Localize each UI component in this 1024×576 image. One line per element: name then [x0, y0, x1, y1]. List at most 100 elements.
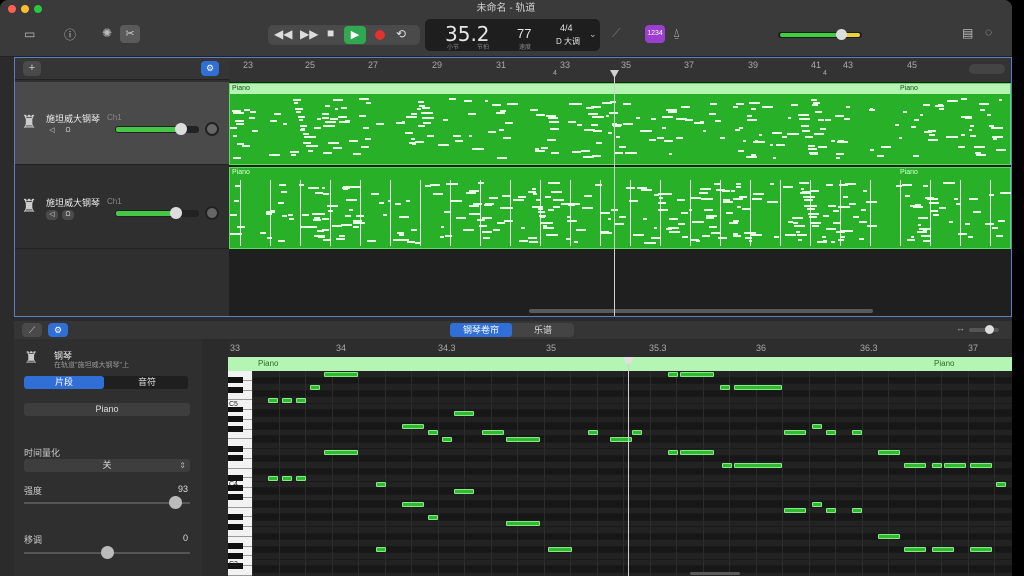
black-key[interactable]	[228, 387, 243, 393]
track-volume-slider[interactable]	[115, 207, 199, 219]
editor-ruler[interactable]: 33 34 34.3 35 35.3 36 36.3 37	[228, 340, 1012, 356]
black-key[interactable]	[228, 416, 243, 423]
black-key[interactable]	[228, 474, 243, 481]
close-window-button[interactable]	[8, 5, 16, 13]
pan-knob[interactable]	[205, 206, 219, 220]
midi-note[interactable]	[428, 430, 438, 435]
track-header[interactable]: ♜ 施坦威大钢琴 Ch1 ◁ Ω	[15, 82, 229, 165]
midi-note[interactable]	[376, 547, 386, 552]
midi-note[interactable]	[668, 371, 678, 377]
master-volume-slider[interactable]	[778, 29, 862, 40]
midi-note[interactable]	[784, 508, 806, 513]
midi-note[interactable]	[548, 547, 572, 552]
midi-note[interactable]	[402, 423, 424, 429]
minimize-window-button[interactable]	[21, 5, 29, 13]
midi-note[interactable]	[784, 430, 806, 435]
midi-note[interactable]	[282, 397, 292, 403]
black-key[interactable]	[228, 553, 243, 559]
chevron-down-icon[interactable]: ⌄	[589, 29, 597, 40]
black-key[interactable]	[228, 445, 243, 452]
playhead[interactable]	[614, 72, 615, 316]
midi-note[interactable]	[996, 482, 1006, 487]
midi-note[interactable]	[482, 430, 504, 435]
midi-note[interactable]	[970, 547, 992, 552]
record-button[interactable]	[375, 30, 385, 40]
black-key[interactable]	[228, 377, 243, 384]
add-track-button[interactable]: +	[23, 61, 41, 76]
midi-note[interactable]	[268, 475, 278, 481]
catch-playhead-icon[interactable]: ⚙	[201, 61, 219, 76]
midi-note[interactable]	[878, 534, 900, 539]
track-name[interactable]: 施坦威大钢琴	[46, 196, 100, 209]
midi-note[interactable]	[812, 423, 822, 429]
stop-icon[interactable]: ■	[327, 26, 334, 40]
black-key[interactable]	[228, 426, 243, 432]
horizontal-scrollbar[interactable]	[529, 309, 873, 313]
midi-note[interactable]	[734, 384, 782, 390]
black-key[interactable]	[228, 543, 243, 550]
solo-headphones-icon[interactable]: Ω	[62, 210, 74, 220]
tab-piano-roll[interactable]: 钢琴卷帘	[450, 323, 512, 337]
midi-note[interactable]	[852, 430, 862, 435]
midi-note[interactable]	[722, 462, 732, 468]
midi-note[interactable]	[454, 488, 474, 494]
segment-notes[interactable]: 音符	[106, 376, 188, 389]
rewind-icon[interactable]: ◀◀	[274, 27, 292, 41]
track-volume-slider[interactable]	[115, 123, 199, 135]
midi-note[interactable]	[588, 430, 598, 435]
bar-ruler[interactable]: 23 25 27 29 31 33 35 37 39 41 43 45 4 4	[229, 58, 1011, 82]
browser-icon[interactable]: ◌	[985, 25, 992, 39]
midi-note[interactable]	[680, 371, 714, 377]
midi-region[interactable]: Piano Piano	[229, 167, 1011, 249]
midi-note[interactable]	[324, 449, 358, 455]
library-icon[interactable]: ▭	[24, 27, 35, 41]
midi-note[interactable]	[376, 482, 386, 487]
solo-headphones-icon[interactable]: Ω	[62, 126, 74, 136]
velocity-slider[interactable]	[24, 496, 190, 509]
transpose-slider[interactable]	[24, 546, 190, 559]
segment-region[interactable]: 片段	[24, 376, 104, 389]
midi-note[interactable]	[442, 436, 452, 442]
region-name-field[interactable]: Piano	[24, 403, 190, 416]
midi-note[interactable]	[296, 397, 306, 403]
tuner-icon[interactable]: ⟋	[612, 26, 620, 41]
lcd-display[interactable]: 35.2 小节 节拍 77 速度 4/4 D 大调 ⌄	[425, 19, 600, 51]
black-key[interactable]	[228, 455, 243, 462]
track-name[interactable]: 施坦威大钢琴	[46, 112, 100, 125]
midi-note[interactable]	[506, 521, 540, 526]
midi-note[interactable]	[734, 462, 782, 468]
midi-note[interactable]	[904, 462, 926, 468]
midi-note[interactable]	[878, 449, 900, 455]
midi-note[interactable]	[668, 449, 678, 455]
smart-controls-icon[interactable]: ✺	[102, 26, 112, 40]
midi-note[interactable]	[812, 501, 822, 507]
automation-icon[interactable]: ⟋	[22, 323, 42, 337]
midi-note[interactable]	[852, 508, 862, 513]
catch-playhead-icon[interactable]: ⚙	[48, 323, 68, 337]
piano-roll-grid[interactable]: Piano Piano C5 C4 C3	[228, 357, 1012, 576]
quantize-select[interactable]: 关 ⇕	[24, 459, 190, 472]
zoom-window-button[interactable]	[34, 5, 42, 13]
black-key[interactable]	[228, 494, 243, 501]
mute-icon[interactable]: ◁	[46, 126, 58, 136]
midi-region[interactable]: Piano Piano	[229, 83, 1011, 165]
help-icon[interactable]: ⓘ	[64, 26, 76, 43]
black-key[interactable]	[228, 514, 243, 520]
midi-note[interactable]	[970, 462, 992, 468]
tracks-timeline[interactable]: 23 25 27 29 31 33 35 37 39 41 43 45 4 4 …	[229, 58, 1011, 316]
fast-forward-icon[interactable]: ▶▶	[300, 27, 318, 41]
midi-note[interactable]	[904, 547, 926, 552]
midi-note[interactable]	[932, 462, 942, 468]
playhead[interactable]	[628, 357, 629, 576]
horizontal-scrollbar[interactable]	[690, 572, 740, 575]
midi-note[interactable]	[720, 384, 730, 390]
piano-keyboard[interactable]: C5 C4 C3	[228, 371, 252, 576]
note-pad-icon[interactable]: ▤	[962, 26, 973, 40]
midi-note[interactable]	[402, 501, 424, 507]
editors-scissors-icon[interactable]: ✂	[120, 25, 140, 43]
editor-zoom-slider[interactable]	[969, 325, 999, 334]
tab-score[interactable]: 乐谱	[512, 323, 574, 337]
count-in-button[interactable]: 1234	[645, 25, 665, 43]
black-key[interactable]	[228, 523, 243, 530]
midi-note[interactable]	[944, 462, 966, 468]
